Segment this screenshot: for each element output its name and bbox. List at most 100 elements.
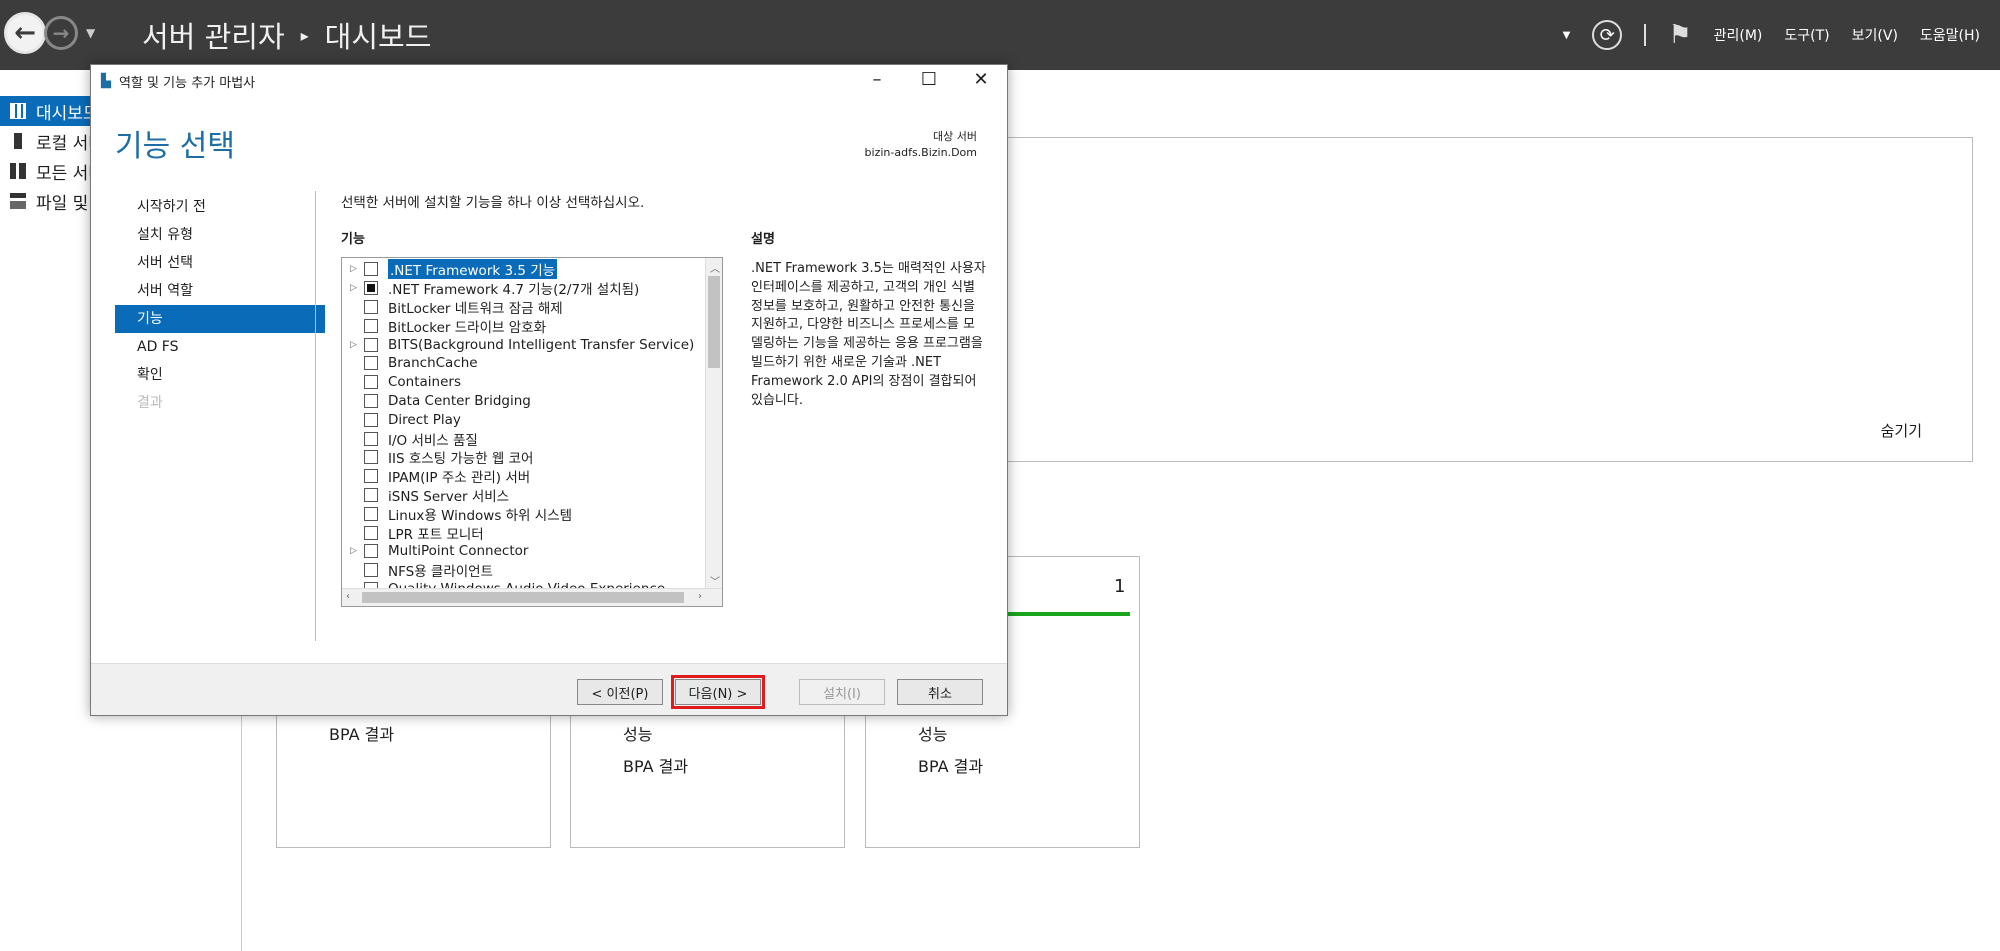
feature-checkbox[interactable] bbox=[364, 563, 378, 578]
vertical-scrollbar[interactable]: ︿ ﹀ bbox=[705, 258, 722, 590]
feature-label[interactable]: MultiPoint Connector bbox=[388, 543, 528, 559]
scroll-down-icon[interactable]: ﹀ bbox=[710, 573, 720, 588]
feature-label[interactable]: BitLocker 드라이브 암호화 bbox=[388, 316, 546, 336]
feature-item[interactable]: ▷ .NET Framework 4.7 기능(2/7개 설치됨) bbox=[342, 279, 722, 298]
maximize-button[interactable]: ☐ bbox=[915, 69, 943, 90]
breadcrumb-current: 대시보드 bbox=[324, 20, 432, 54]
cancel-button[interactable]: 취소 bbox=[897, 679, 983, 705]
feature-label[interactable]: IPAM(IP 주소 관리) 서버 bbox=[388, 466, 530, 486]
feature-label[interactable]: IIS 호스팅 가능한 웹 코어 bbox=[388, 447, 533, 467]
tile-line[interactable]: 성능 bbox=[623, 721, 652, 745]
step-ad-fs[interactable]: AD FS bbox=[115, 333, 325, 361]
feature-checkbox[interactable] bbox=[364, 450, 378, 465]
arrow-right-icon: → bbox=[52, 21, 70, 45]
feature-label[interactable]: Data Center Bridging bbox=[388, 393, 531, 409]
previous-button[interactable]: < 이전(P) bbox=[577, 679, 663, 705]
expand-arrow-icon[interactable]: ▷ bbox=[350, 340, 364, 350]
step-before-you-begin[interactable]: 시작하기 전 bbox=[115, 193, 325, 221]
tile-line[interactable]: 성능 bbox=[918, 721, 947, 745]
scroll-left-icon[interactable]: ‹ bbox=[346, 591, 350, 602]
feature-item[interactable]: BitLocker 네트워크 잠금 해제 bbox=[342, 298, 722, 317]
tile-line[interactable]: BPA 결과 bbox=[329, 721, 394, 745]
feature-checkbox[interactable] bbox=[364, 412, 378, 427]
feature-checkbox[interactable] bbox=[364, 375, 378, 390]
feature-checkbox[interactable] bbox=[364, 469, 378, 484]
dialog-title: 역할 및 기능 추가 마법사 bbox=[119, 75, 256, 91]
feature-label[interactable]: BITS(Background Intelligent Transfer Ser… bbox=[388, 337, 694, 353]
feature-item[interactable]: ▷ MultiPoint Connector bbox=[342, 542, 722, 561]
close-button[interactable]: ✕ bbox=[967, 69, 995, 90]
scroll-up-icon[interactable]: ︿ bbox=[710, 260, 720, 275]
menu-tools[interactable]: 도구(T) bbox=[1784, 25, 1829, 45]
step-confirmation[interactable]: 확인 bbox=[115, 361, 325, 389]
minimize-button[interactable]: – bbox=[863, 69, 891, 90]
menu-help[interactable]: 도움말(H) bbox=[1920, 25, 1980, 45]
feature-checkbox[interactable] bbox=[364, 318, 378, 333]
hide-link[interactable]: 숨기기 bbox=[1881, 420, 1922, 441]
expand-arrow-icon[interactable]: ▷ bbox=[350, 546, 364, 556]
feature-label[interactable]: .NET Framework 3.5 기능 bbox=[388, 259, 558, 280]
feature-label[interactable]: I/O 서비스 품질 bbox=[388, 429, 478, 449]
feature-label[interactable]: BitLocker 네트워크 잠금 해제 bbox=[388, 297, 563, 317]
feature-item[interactable]: ▷ .NET Framework 3.5 기능 bbox=[342, 259, 722, 280]
feature-item[interactable]: BitLocker 드라이브 암호화 bbox=[342, 316, 722, 336]
feature-checkbox[interactable] bbox=[364, 525, 378, 540]
feature-item[interactable]: LPR 포트 모니터 bbox=[342, 523, 722, 543]
feature-item[interactable]: I/O 서비스 품질 bbox=[342, 429, 722, 449]
back-button[interactable]: ← bbox=[4, 12, 46, 54]
feature-item[interactable]: Data Center Bridging bbox=[342, 392, 722, 411]
step-features[interactable]: 기능 bbox=[115, 305, 325, 333]
tile-line[interactable]: BPA 결과 bbox=[623, 753, 688, 777]
feature-label[interactable]: BranchCache bbox=[388, 355, 478, 371]
feature-item[interactable]: BranchCache bbox=[342, 354, 722, 373]
tile-line[interactable]: BPA 결과 bbox=[918, 753, 983, 777]
features-list[interactable]: ▷ .NET Framework 3.5 기능 ▷ .NET Framework 4.… bbox=[341, 257, 723, 607]
feature-label[interactable]: .NET Framework 4.7 기능(2/7개 설치됨) bbox=[388, 278, 639, 298]
step-server-roles[interactable]: 서버 역할 bbox=[115, 277, 325, 305]
feature-checkbox[interactable] bbox=[364, 393, 378, 408]
feature-checkbox[interactable] bbox=[364, 281, 378, 296]
scroll-thumb[interactable] bbox=[362, 592, 684, 603]
feature-label[interactable]: LPR 포트 모니터 bbox=[388, 523, 484, 543]
feature-checkbox[interactable] bbox=[364, 544, 378, 559]
feature-label[interactable]: iSNS Server 서비스 bbox=[388, 485, 509, 505]
feature-checkbox[interactable] bbox=[364, 356, 378, 371]
next-button[interactable]: 다음(N) > bbox=[671, 675, 765, 709]
feature-label[interactable]: Containers bbox=[388, 374, 461, 390]
menu-view[interactable]: 보기(V) bbox=[1852, 25, 1898, 45]
menu-manage[interactable]: 관리(M) bbox=[1714, 25, 1763, 45]
feature-checkbox[interactable] bbox=[364, 262, 378, 277]
history-dropdown[interactable]: ▼ bbox=[86, 26, 95, 40]
refresh-button[interactable]: ⟳ bbox=[1592, 20, 1623, 50]
feature-item[interactable]: Containers bbox=[342, 373, 722, 392]
divider bbox=[315, 191, 316, 641]
destination-label: 대상 서버 bbox=[933, 130, 977, 143]
horizontal-scrollbar[interactable]: ‹ › bbox=[342, 588, 722, 606]
page-title: 기능 선택 bbox=[115, 129, 235, 164]
step-server-selection[interactable]: 서버 선택 bbox=[115, 249, 325, 277]
breadcrumb-root[interactable]: 서버 관리자 bbox=[142, 14, 285, 56]
forward-button[interactable]: → bbox=[44, 16, 78, 50]
feature-checkbox[interactable] bbox=[364, 506, 378, 521]
scroll-right-icon[interactable]: › bbox=[698, 591, 702, 602]
feature-item[interactable]: IIS 호스팅 가능한 웹 코어 bbox=[342, 448, 722, 467]
feature-item[interactable]: Direct Play bbox=[342, 410, 722, 429]
feature-checkbox[interactable] bbox=[364, 337, 378, 352]
notification-flag-icon[interactable]: ⚑ bbox=[1668, 20, 1691, 50]
feature-item[interactable]: IPAM(IP 주소 관리) 서버 bbox=[342, 467, 722, 486]
feature-item[interactable]: ▷ BITS(Background Intelligent Transfer Se… bbox=[342, 335, 722, 354]
feature-checkbox[interactable] bbox=[364, 431, 378, 446]
feature-checkbox[interactable] bbox=[364, 299, 378, 314]
expand-arrow-icon[interactable]: ▷ bbox=[350, 283, 364, 293]
feature-label[interactable]: NFS용 클라이언트 bbox=[388, 560, 493, 580]
feature-item[interactable]: Linux용 Windows 하위 시스템 bbox=[342, 504, 722, 524]
feature-label[interactable]: Direct Play bbox=[388, 412, 461, 428]
feature-item[interactable]: iSNS Server 서비스 bbox=[342, 486, 722, 505]
dropdown-arrow-icon[interactable]: ▼ bbox=[1563, 30, 1571, 41]
feature-label[interactable]: Linux용 Windows 하위 시스템 bbox=[388, 504, 572, 524]
feature-item[interactable]: NFS용 클라이언트 bbox=[342, 561, 722, 580]
scroll-thumb[interactable] bbox=[708, 276, 720, 368]
step-installation-type[interactable]: 설치 유형 bbox=[115, 221, 325, 249]
feature-checkbox[interactable] bbox=[364, 487, 378, 502]
expand-arrow-icon[interactable]: ▷ bbox=[350, 264, 364, 274]
